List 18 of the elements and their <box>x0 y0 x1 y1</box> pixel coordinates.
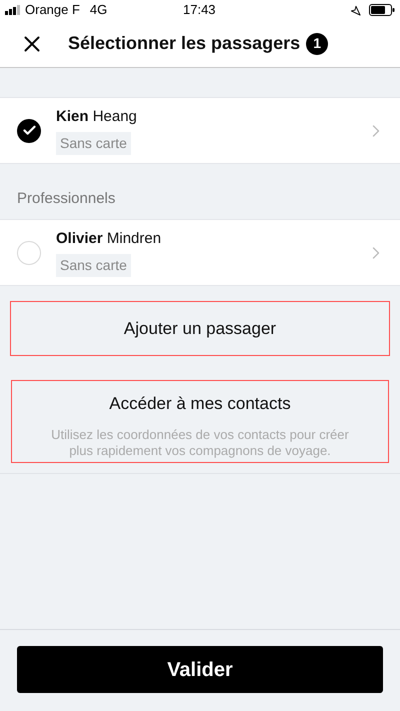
passenger-row[interactable]: Olivier Mindren Sans carte <box>0 219 400 286</box>
signal-icon <box>5 5 23 15</box>
add-passenger-button[interactable]: Ajouter un passager <box>10 301 390 356</box>
battery-icon <box>369 4 395 16</box>
clock: 17:43 <box>183 1 216 20</box>
network-type: 4G <box>90 1 108 20</box>
passenger-name: Olivier Mindren <box>56 229 162 250</box>
location-arrow-icon <box>350 4 361 16</box>
section-heading: Professionnels <box>17 188 116 208</box>
page-title: Sélectionner les passagers <box>68 32 300 55</box>
contacts-button[interactable]: Accéder à mes contacts Utilisez les coordonnées de vos contacts pour créer plus rapidement vos compagnons de voyage. <box>11 380 389 463</box>
card-tag: Sans carte <box>56 132 131 155</box>
carrier-name: Orange F <box>25 1 80 20</box>
card-tag: Sans carte <box>56 254 131 277</box>
passenger-row[interactable]: Kien Heang Sans carte <box>0 97 400 164</box>
submit-button[interactable]: Valider <box>17 646 383 693</box>
count-badge: 1 <box>306 32 328 54</box>
passenger-name: Kien Heang <box>56 107 137 128</box>
